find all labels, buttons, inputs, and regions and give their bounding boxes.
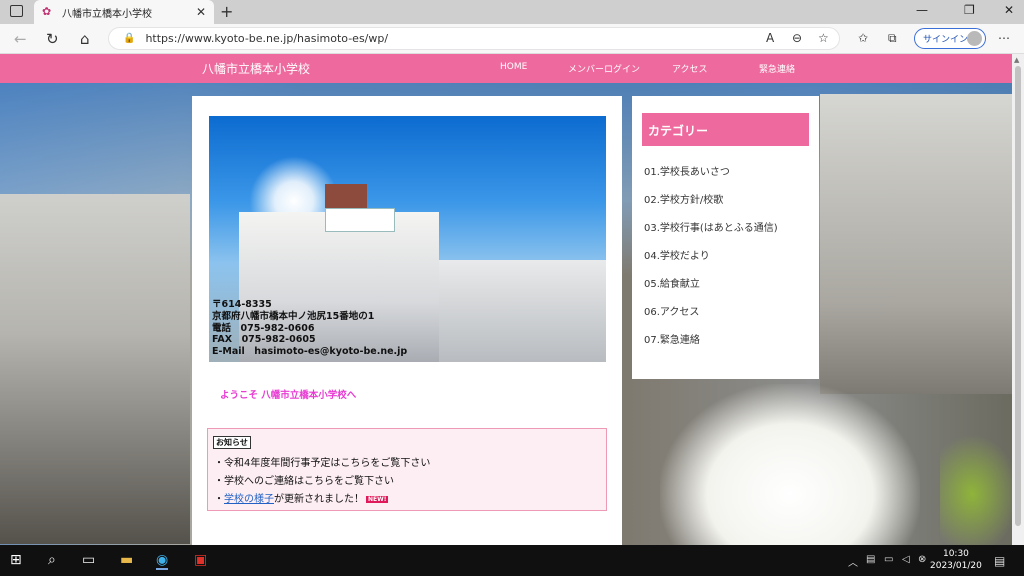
page-scrollbar[interactable]: ▲	[1012, 54, 1024, 545]
notice-text: が更新されました！	[274, 494, 364, 505]
edge-browser-icon[interactable]: ◉	[156, 552, 169, 570]
window-close-icon[interactable]: ✕	[1004, 3, 1014, 17]
tray-chevron-icon[interactable]: ︿	[848, 554, 858, 569]
restore-icon[interactable]: ❐	[964, 3, 975, 17]
phone: 電話 075-982-0606	[212, 322, 315, 334]
school-activities-link[interactable]: 学校の様子	[224, 494, 274, 505]
read-aloud-icon[interactable]: A	[766, 31, 774, 45]
tab-title: 八幡市立橋本小学校	[62, 8, 152, 20]
notice-item[interactable]: ・学校へのご連絡はこちらをご覧下さい	[214, 472, 394, 487]
category-sidebar: カテゴリー 01.学校長あいさつ 02.学校方針/校歌 03.学校行事(はあとふ…	[632, 96, 819, 379]
sidebar-item-school-policy[interactable]: 02.学校方針/校歌	[644, 191, 723, 206]
background-leaf	[940, 434, 1012, 545]
favorite-add-icon[interactable]: ☆	[818, 31, 829, 45]
notice-box: お知らせ ・令和4年度年間行事予定はこちらをご覧下さい ・学校へのご連絡はこちら…	[207, 428, 607, 511]
site-navigation: 八幡市立橋本小学校 HOME メンバーログイン アクセス 緊急連絡	[0, 54, 1012, 83]
background-flower	[660, 384, 920, 545]
sidebar-item-principal-greeting[interactable]: 01.学校長あいさつ	[644, 163, 730, 178]
windows-start-icon[interactable]: ⊞	[10, 552, 22, 568]
site-title[interactable]: 八幡市立橋本小学校	[202, 60, 310, 77]
notice-item: ・学校の様子が更新されました！ NEW!	[214, 490, 389, 505]
page-viewport: 八幡市立橋本小学校 HOME メンバーログイン アクセス 緊急連絡 〒614-8…	[0, 54, 1012, 545]
file-explorer-icon[interactable]: ▬	[120, 552, 133, 568]
nav-home[interactable]: HOME	[500, 62, 527, 72]
sidebar-item-school-events[interactable]: 03.学校行事(はあとふる通信)	[644, 219, 778, 234]
new-tab-icon[interactable]: +	[220, 2, 233, 21]
school-building	[439, 260, 606, 362]
scroll-up-icon[interactable]: ▲	[1014, 56, 1019, 64]
postal-code: 〒614-8335	[212, 299, 272, 310]
welcome-message: ようこそ 八幡市立橋本小学校へ	[220, 390, 357, 401]
zoom-icon[interactable]: ⊖	[792, 31, 802, 45]
email: E-Mail hasimoto-es@kyoto-be.ne.jp	[212, 346, 408, 358]
profile-avatar-icon	[967, 31, 982, 46]
volume-icon[interactable]: ◁	[902, 554, 910, 565]
school-contact-info: 〒614-8335 京都府八幡市橋本中ノ池尻15番地の1 電話 075-982-06…	[212, 299, 407, 358]
signin-label: サインイン	[923, 35, 969, 45]
scrollbar-thumb[interactable]	[1015, 66, 1021, 526]
search-icon[interactable]: ⌕	[48, 552, 56, 568]
tab-actions-icon[interactable]	[10, 5, 23, 17]
refresh-icon[interactable]: ↻	[46, 30, 59, 48]
notice-item[interactable]: ・令和4年度年間行事予定はこちらをご覧下さい	[214, 454, 430, 469]
main-content: 〒614-8335 京都府八幡市橋本中ノ池尻15番地の1 電話 075-982-06…	[192, 96, 622, 545]
back-icon[interactable]: ←	[14, 30, 27, 48]
category-heading: カテゴリー	[642, 113, 809, 146]
collections-icon[interactable]: ⧉	[888, 31, 897, 46]
favorites-icon[interactable]: ✩	[858, 31, 868, 45]
close-tab-icon[interactable]: ✕	[196, 5, 206, 19]
url-text: https://www.kyoto-be.ne.jp/hasimoto-es/w…	[145, 32, 389, 45]
notification-icon[interactable]: ▤	[994, 554, 1005, 568]
more-options-icon[interactable]: ⋯	[998, 31, 1010, 45]
notice-bullet: ・	[214, 494, 224, 505]
clock-time: 10:30	[942, 549, 969, 559]
school-photo: 〒614-8335 京都府八幡市橋本中ノ池尻15番地の1 電話 075-982-06…	[209, 116, 606, 362]
browser-tab[interactable]: ✿ 八幡市立橋本小学校 ✕	[34, 0, 214, 24]
minimize-icon[interactable]: —	[916, 3, 928, 17]
background-photo	[0, 194, 190, 544]
tray-app-icon[interactable]: ▤	[866, 554, 875, 565]
notice-badge: お知らせ	[213, 436, 251, 449]
nav-access[interactable]: アクセス	[672, 62, 708, 75]
tab-bar: ✿ 八幡市立橋本小学校 ✕ + — ❐ ✕	[0, 0, 1024, 24]
nav-emergency[interactable]: 緊急連絡	[759, 62, 795, 75]
home-icon[interactable]: ⌂	[80, 30, 90, 48]
task-view-icon[interactable]: ▭	[82, 552, 95, 568]
tray-status-icon[interactable]: ⊗	[918, 554, 926, 565]
sidebar-item-newsletter[interactable]: 04.学校だより	[644, 247, 710, 262]
address-toolbar: ← ↻ ⌂ 🔒 https://www.kyoto-be.ne.jp/hasim…	[0, 24, 1024, 54]
school-sign	[325, 208, 395, 232]
clock-date: 2023/01/20	[930, 561, 982, 571]
sidebar-item-access[interactable]: 06.アクセス	[644, 303, 699, 318]
taskbar: ⊞ ⌕ ▭ ▬ ◉ ▣ ︿ ▤ ▭ ◁ ⊗ 10:30 2023/01/20 ▤	[0, 545, 1024, 576]
lock-icon: 🔒	[123, 33, 136, 44]
sidebar-item-emergency[interactable]: 07.緊急連絡	[644, 331, 700, 346]
signin-button[interactable]: サインイン	[914, 28, 986, 49]
site-favicon-icon: ✿	[42, 5, 52, 18]
fax: FAX 075-982-0605	[212, 334, 316, 346]
address: 京都府八幡市橋本中ノ池尻15番地の1	[212, 310, 375, 322]
network-icon[interactable]: ▭	[884, 554, 893, 565]
sidebar-item-lunch-menu[interactable]: 05.給食献立	[644, 275, 700, 290]
taskbar-clock[interactable]: 10:30 2023/01/20	[930, 548, 982, 572]
new-badge: NEW!	[366, 495, 389, 503]
background-photo	[820, 94, 1012, 394]
nav-member-login[interactable]: メンバーログイン	[568, 62, 640, 75]
address-field[interactable]: 🔒 https://www.kyoto-be.ne.jp/hasimoto-es…	[108, 27, 840, 50]
pdf-reader-icon[interactable]: ▣	[194, 552, 207, 568]
